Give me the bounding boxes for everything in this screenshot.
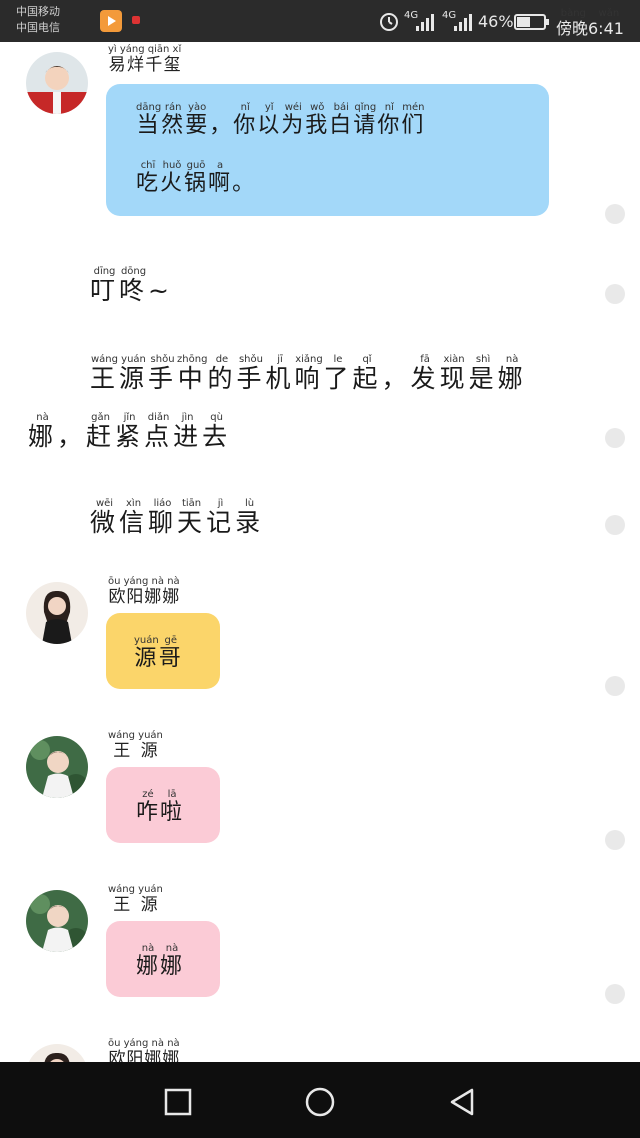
- battery-percent: 46%: [478, 12, 514, 31]
- scroll-dot: [605, 284, 625, 304]
- sender-name: 易烊千玺yì yáng qiān xǐ: [108, 44, 182, 75]
- video-app-icon: [100, 10, 122, 32]
- scroll-dot: [605, 515, 625, 535]
- narration-text: 王wáng源yuán手shǒu中zhōng的de手shǒu机jī响xiǎng了l…: [90, 354, 527, 393]
- message-bubble[interactable]: 源yuán哥gē: [106, 613, 220, 689]
- circle-home-icon[interactable]: [300, 1082, 340, 1122]
- status-time: 傍晚6:41bàng wǎn: [556, 8, 624, 39]
- message-bubble[interactable]: 娜nà娜nà: [106, 921, 220, 997]
- time-ruby: bàng wǎn: [556, 8, 624, 19]
- signal-icon-2: [452, 12, 474, 36]
- triangle-back-icon[interactable]: [442, 1082, 482, 1122]
- time-label: 傍晚6:41: [556, 19, 624, 38]
- scroll-dot: [605, 676, 625, 696]
- message-text-line: 娜nà娜nà: [136, 943, 185, 979]
- alarm-clock-icon: [378, 10, 400, 36]
- message-text-line: 吃chī火huǒ锅guō啊a。: [136, 160, 257, 196]
- sender-name: 王源wáng yuán: [108, 884, 163, 915]
- message-bubble[interactable]: 咋zé啦lā: [106, 767, 220, 843]
- narration-text: 娜nà，赶gǎn紧jǐn点diǎn进jìn去qù: [28, 412, 232, 451]
- scroll-dot: [605, 204, 625, 224]
- sender-name: 欧阳娜娜ōu yáng nà nà: [108, 576, 180, 607]
- narration-text: 微wēi信xìn聊liáo天tiān记jì录lù: [90, 498, 265, 537]
- navigation-bar: [0, 1062, 640, 1138]
- sender-avatar[interactable]: [26, 736, 88, 798]
- message-text-line: 咋zé啦lā: [136, 789, 185, 825]
- message-text-line: 当dāng然rán要yào，你nǐ以yǐ为wéi我wǒ白bái请qǐng你nǐ们…: [136, 102, 426, 138]
- status-bar: 中国移动 中国电信 4G 4G 46% 傍晚6:41bàng wǎn: [0, 0, 640, 42]
- sender-avatar[interactable]: [26, 890, 88, 952]
- square-recent-icon[interactable]: [158, 1082, 198, 1122]
- carrier-label-1: 中国移动: [16, 5, 60, 18]
- notification-dot-icon: [132, 16, 140, 24]
- scroll-dot: [605, 428, 625, 448]
- sender-avatar[interactable]: [26, 582, 88, 644]
- message-bubble[interactable]: 当dāng然rán要yào，你nǐ以yǐ为wéi我wǒ白bái请qǐng你nǐ们…: [106, 84, 549, 216]
- battery-icon: [514, 13, 550, 35]
- message-text-line: 源yuán哥gē: [134, 635, 183, 671]
- narration-text: 叮dīng咚dōng~: [90, 266, 173, 305]
- sender-avatar[interactable]: [26, 52, 88, 114]
- scroll-dot: [605, 984, 625, 1004]
- sender-name: 王源wáng yuán: [108, 730, 163, 761]
- scroll-dot: [605, 830, 625, 850]
- signal-icon: [414, 12, 436, 36]
- carrier-label-2: 中国电信: [16, 21, 60, 34]
